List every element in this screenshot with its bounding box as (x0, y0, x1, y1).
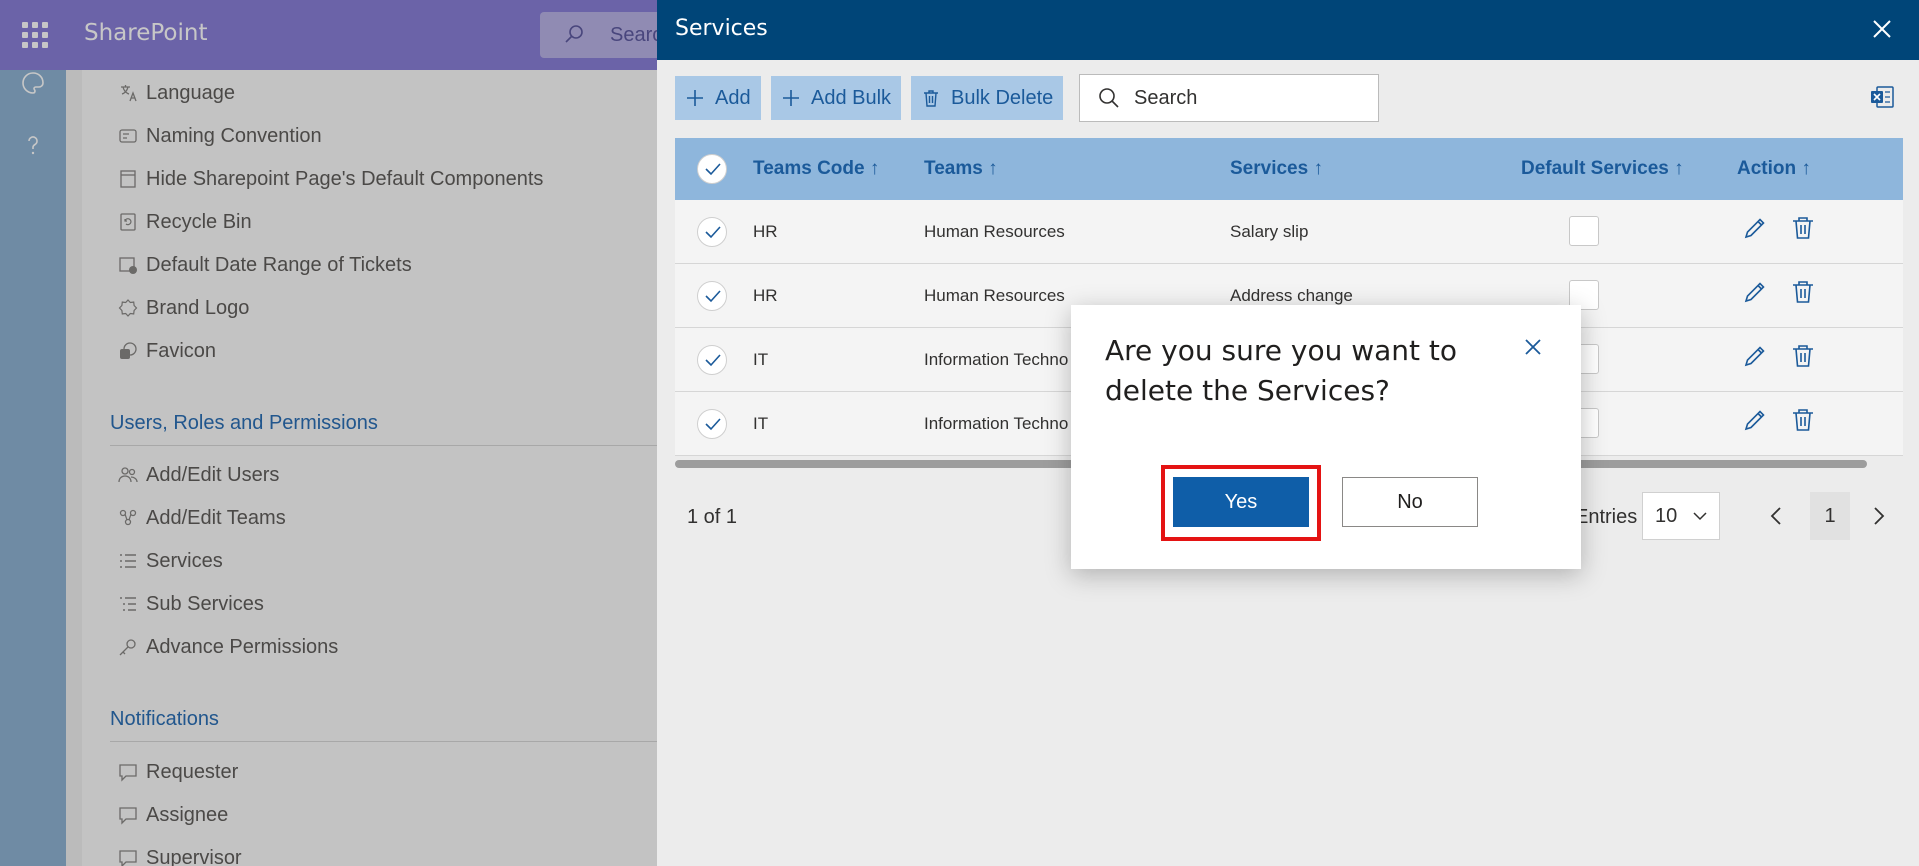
trash-icon (924, 90, 938, 107)
yes-button[interactable]: Yes (1173, 477, 1309, 527)
column-header-services[interactable]: Services ↑ (1230, 158, 1323, 180)
edit-icon[interactable] (1741, 214, 1769, 242)
row-checkbox[interactable] (697, 217, 727, 247)
cell-teams: Information Techno (924, 414, 1069, 433)
close-icon[interactable] (1523, 337, 1543, 357)
edit-icon[interactable] (1741, 406, 1769, 434)
cell-teams: Information Techno (924, 350, 1069, 369)
row-checkbox[interactable] (697, 345, 727, 375)
add-bulk-button[interactable]: Add Bulk (771, 76, 902, 120)
cell-teams-code: IT (753, 350, 769, 369)
row-checkbox[interactable] (697, 281, 727, 311)
column-header-teams[interactable]: Teams ↑ (924, 158, 998, 180)
default-service-checkbox[interactable] (1569, 216, 1599, 246)
dialog-message: Are you sure you want to delete the Serv… (1105, 334, 1458, 407)
excel-export-icon[interactable] (1869, 84, 1895, 110)
panel-header: Services (657, 0, 1919, 60)
column-header-default-services[interactable]: Default Services ↑ (1521, 158, 1684, 180)
row-checkbox[interactable] (697, 409, 727, 439)
sort-arrow-icon: ↑ (1801, 158, 1811, 179)
cell-teams: Human Resources (924, 222, 1065, 241)
column-header-teams-code[interactable]: Teams Code ↑ (753, 158, 879, 180)
previous-page-button[interactable] (1756, 492, 1796, 540)
delete-confirmation-dialog: Are you sure you want to delete the Serv… (1071, 305, 1581, 569)
delete-icon[interactable] (1789, 342, 1817, 370)
checkmark-icon (705, 226, 721, 239)
cell-services: Salary slip (1230, 222, 1309, 241)
checkmark-icon (705, 290, 721, 303)
add-button[interactable]: Add (675, 76, 761, 120)
chevron-down-icon (1693, 512, 1707, 521)
cell-teams-code: HR (753, 286, 778, 305)
search-placeholder: Search (1134, 86, 1198, 109)
sort-arrow-icon: ↑ (869, 158, 880, 179)
checkmark-icon (705, 163, 721, 176)
table-row[interactable]: HR Human Resources Salary slip (675, 200, 1903, 264)
checkmark-icon (705, 418, 721, 431)
delete-icon[interactable] (1789, 214, 1817, 242)
grid-header: Teams Code ↑ Teams ↑ Services ↑ Default … (675, 138, 1903, 200)
delete-icon[interactable] (1789, 406, 1817, 434)
entries-value: 10 (1655, 504, 1678, 527)
entries-label: Entries (1575, 506, 1638, 528)
next-page-button[interactable] (1859, 492, 1899, 540)
pager-status: 1 of 1 (687, 506, 738, 528)
sort-arrow-icon: ↑ (1674, 158, 1684, 179)
sort-arrow-icon: ↑ (1313, 158, 1323, 179)
cell-services: Address change (1230, 286, 1353, 305)
panel-title: Services (675, 16, 768, 41)
page-number-button[interactable]: 1 (1810, 492, 1850, 540)
column-header-action[interactable]: Action ↑ (1737, 158, 1811, 180)
cell-teams-code: HR (753, 222, 778, 241)
cell-teams: Human Resources (924, 286, 1065, 305)
entries-per-page-select[interactable]: 10 (1642, 492, 1720, 540)
cell-teams-code: IT (753, 414, 769, 433)
edit-icon[interactable] (1741, 342, 1769, 370)
delete-icon[interactable] (1789, 278, 1817, 306)
no-button[interactable]: No (1342, 477, 1478, 527)
plus-icon (687, 90, 703, 106)
close-icon[interactable] (1869, 16, 1895, 42)
chevron-left-icon (1770, 507, 1781, 525)
plus-icon (783, 90, 799, 106)
panel-search-input[interactable]: Search (1079, 74, 1379, 122)
bulk-delete-button[interactable]: Bulk Delete (911, 76, 1064, 120)
sort-arrow-icon: ↑ (988, 158, 998, 179)
chevron-right-icon (1874, 507, 1885, 525)
select-all-checkbox[interactable] (697, 154, 727, 184)
checkmark-icon (705, 354, 721, 367)
edit-icon[interactable] (1741, 278, 1769, 306)
search-icon (1099, 88, 1119, 108)
